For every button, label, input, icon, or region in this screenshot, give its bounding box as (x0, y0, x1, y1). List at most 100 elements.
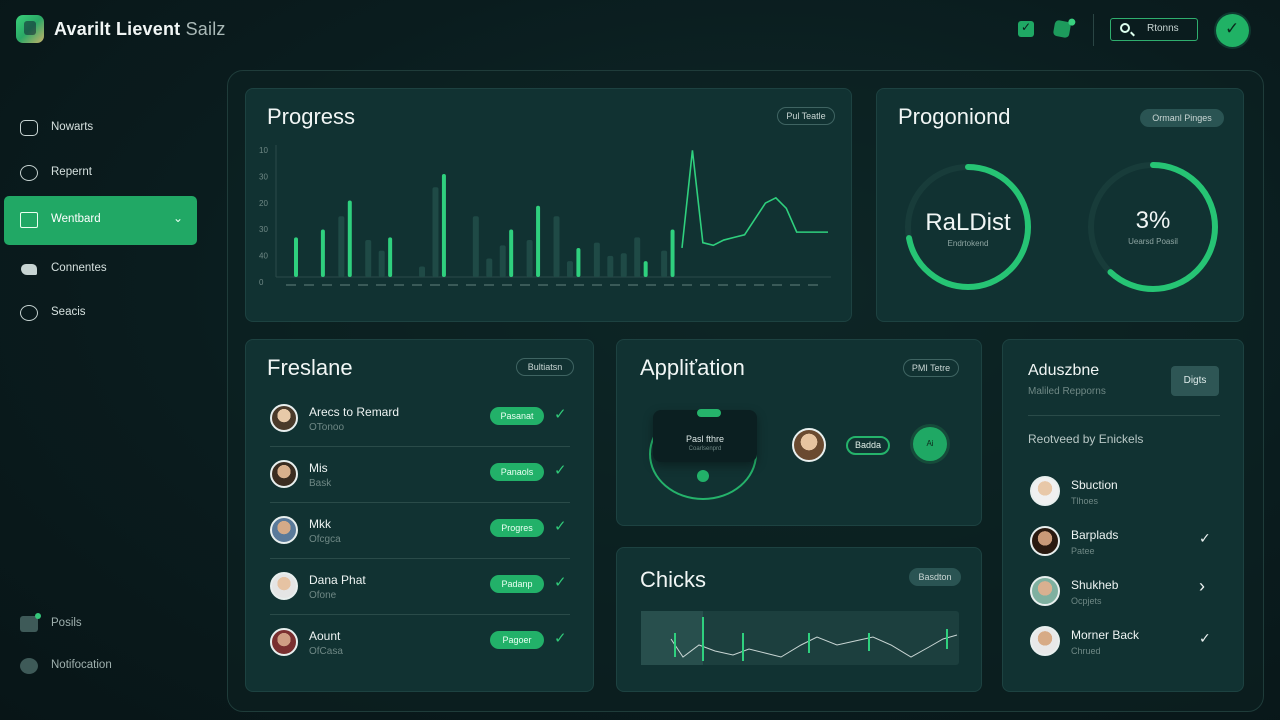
digts-button[interactable]: Digts (1171, 366, 1219, 396)
x-tick-mark (790, 284, 800, 286)
chicks-filter-pill[interactable]: Basdton (909, 568, 961, 586)
sidebar-item-notifocation[interactable]: Notifocation (4, 646, 197, 686)
x-tick-mark (376, 284, 386, 286)
list-item[interactable]: Aount OfCasa Pagoer ✓ (246, 624, 595, 680)
avatar (270, 404, 298, 432)
list-item[interactable]: Sbuction Tlhoes (1003, 476, 1245, 516)
bar (607, 255, 614, 277)
app-title: Avarilt Lievent Sailz (54, 19, 226, 40)
sidebar-item-seacis[interactable]: Seacis (4, 293, 197, 333)
x-tick-mark (772, 284, 782, 286)
chat-icon (20, 165, 38, 181)
bar (576, 247, 581, 277)
bar (566, 261, 573, 277)
x-tick-mark (322, 284, 332, 286)
chicks-chart (641, 611, 959, 665)
progress-rings (905, 162, 1218, 292)
ring2-label: 3% Uearsd Poasil (1093, 207, 1213, 246)
bar (486, 258, 493, 277)
status-badge[interactable]: Pagoer (490, 631, 544, 649)
chevron-right-icon[interactable]: › (1199, 576, 1205, 597)
search-circle-icon (20, 305, 38, 321)
sidebar-item-connentes[interactable]: Connentes (4, 249, 197, 289)
sidebar: Nowarts Repernt Wentbard ⌄ Connentes Sea… (0, 100, 205, 720)
freslane-title: Freslane (267, 355, 353, 380)
x-tick-mark (682, 284, 692, 286)
divider (270, 614, 570, 615)
bar (509, 229, 514, 277)
search-button[interactable]: Rtonns (1110, 18, 1198, 41)
status-badge[interactable]: Panaols (490, 463, 544, 481)
posts-icon (20, 613, 41, 632)
freslane-card: Freslane Bultiatsn Arecs to Remard OTono… (245, 339, 594, 692)
check-icon[interactable]: ✓ (1199, 630, 1211, 647)
checkbox-icon[interactable] (1018, 20, 1034, 37)
aduszbne-card: Aduszbne Maliled Repporns Digts Reotveed… (1002, 339, 1244, 692)
list-item[interactable]: Barplads Patee ✓ (1003, 526, 1245, 566)
aduszbne-subtitle: Maliled Repporns (1028, 386, 1106, 397)
list-item[interactable]: Morner Back Chrued ✓ (1003, 626, 1245, 666)
cube-icon[interactable] (1052, 19, 1072, 39)
applitation-title: Appliťation (640, 355, 745, 380)
divider (270, 502, 570, 503)
list-item-name: Aount (309, 629, 341, 643)
sidebar-item-label: Repernt (51, 166, 92, 178)
divider (270, 446, 570, 447)
sidebar-item-repernt[interactable]: Repernt (4, 153, 197, 193)
sidebar-item-wentbard[interactable]: Wentbard ⌄ (4, 196, 197, 245)
status-badge[interactable]: Progres (490, 519, 544, 537)
chevron-down-icon[interactable]: ⌄ (173, 211, 183, 225)
list-item[interactable]: Mis Bask Panaols ✓ (246, 456, 595, 512)
list-item-name: Morner Back (1071, 628, 1140, 642)
check-icon: ✓ (554, 406, 567, 423)
app-logo-icon[interactable] (16, 15, 44, 43)
x-tick-mark (610, 284, 620, 286)
sidebar-item-label: Nowarts (51, 121, 94, 133)
bubble-knob[interactable] (697, 470, 709, 482)
list-item[interactable]: Shukheb Ocpjets › (1003, 576, 1245, 616)
list-item[interactable]: Mkk Ofcgca Progres ✓ (246, 512, 595, 568)
aduszbne-title: Aduszbne (1028, 362, 1100, 379)
list-item-sub: Ocpjets (1071, 596, 1102, 606)
sidebar-item-nowarts[interactable]: Nowarts (4, 108, 197, 148)
list-item[interactable]: Arecs to Remard OTonoo Pasanat ✓ (246, 400, 595, 456)
ai-button[interactable]: Ai (913, 427, 947, 461)
bar (294, 237, 298, 277)
x-tick-mark (646, 284, 656, 286)
bar (670, 229, 675, 277)
sidebar-item-label: Posils (51, 617, 82, 629)
profile-check-icon[interactable] (1216, 14, 1249, 47)
status-badge[interactable]: Pasanat (490, 407, 544, 425)
x-tick-mark (286, 284, 296, 286)
status-badge[interactable]: Padanp (490, 575, 544, 593)
applitation-card: Appliťation PMI Tetre Pasl fthre Coarlse… (616, 339, 982, 526)
avatar (270, 460, 298, 488)
x-tick-mark (340, 284, 350, 286)
ring1-label: RaLDist Endrtokend (908, 209, 1028, 248)
bar (419, 266, 426, 277)
app-title-thin: Sailz (185, 19, 226, 39)
toolbar-divider (1093, 14, 1094, 46)
divider (270, 558, 570, 559)
application-bubble[interactable]: Pasl fthre Coarlsenprd (649, 408, 759, 500)
y-tick-label: 40 (259, 252, 268, 261)
check-icon: ✓ (554, 574, 567, 591)
freslane-filter-pill[interactable]: Bultiatsn (516, 358, 574, 376)
bar (553, 216, 560, 277)
x-tick-mark (592, 284, 602, 286)
applitation-filter-pill[interactable]: PMI Tetre (903, 359, 959, 377)
badda-button[interactable]: Badda (846, 436, 890, 455)
x-tick-mark (466, 284, 476, 286)
list-item[interactable]: Dana Phat Ofone Padanp ✓ (246, 568, 595, 624)
aduszbne-section-label: Reotveed by Enickels (1028, 432, 1144, 446)
list-item-name: Shukheb (1071, 578, 1119, 592)
x-tick-mark (502, 284, 512, 286)
x-tick-mark (520, 284, 530, 286)
avatar (270, 572, 298, 600)
x-tick-mark (358, 284, 368, 286)
list-item-sub: Patee (1071, 546, 1095, 556)
check-icon[interactable]: ✓ (1199, 530, 1211, 547)
sidebar-item-posils[interactable]: Posils (4, 604, 197, 644)
ring1-value: RaLDist (925, 209, 1011, 236)
bird-icon (20, 261, 38, 277)
